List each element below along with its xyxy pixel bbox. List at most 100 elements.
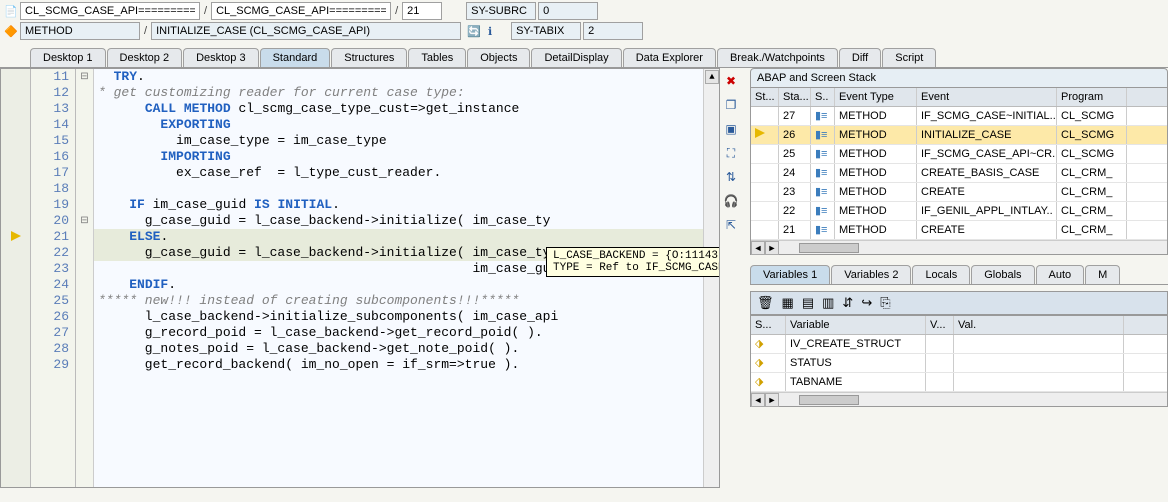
- tab-diff[interactable]: Diff: [839, 48, 881, 67]
- var-header[interactable]: S...: [751, 316, 786, 334]
- method-icon: 🔶: [4, 24, 18, 38]
- code-line[interactable]: g_record_poid = l_case_backend->get_reco…: [94, 325, 719, 341]
- grid-icon[interactable]: ▦: [782, 295, 794, 311]
- separator: /: [393, 5, 400, 17]
- vartab-variables-2[interactable]: Variables 2: [831, 265, 911, 284]
- document-icon: ▮≡: [815, 186, 827, 198]
- var-row[interactable]: ⬗TABNAME: [751, 373, 1167, 392]
- tab-tables[interactable]: Tables: [408, 48, 466, 67]
- new-window-icon[interactable]: ❐: [722, 96, 740, 114]
- tab-standard[interactable]: Standard: [260, 48, 331, 67]
- code-line[interactable]: get_record_backend( im_no_open = if_srm=…: [94, 357, 719, 373]
- scrollbar-thumb[interactable]: [799, 395, 859, 405]
- maximize-icon[interactable]: ⛶: [722, 144, 740, 162]
- separator: /: [142, 25, 149, 37]
- code-line[interactable]: ELSE.: [94, 229, 719, 245]
- line-field[interactable]: [402, 2, 442, 20]
- tab-data-explorer[interactable]: Data Explorer: [623, 48, 716, 67]
- tab-break-watchpoints[interactable]: Break./Watchpoints: [717, 48, 838, 67]
- scroll-up-icon[interactable]: ▲: [705, 70, 719, 84]
- tab-objects[interactable]: Objects: [467, 48, 530, 67]
- source-editor[interactable]: 11121314151617181920212223242526272829 ⊟…: [0, 68, 720, 488]
- event-type-field: METHOD: [20, 22, 140, 40]
- code-line[interactable]: l_case_backend->initialize_subcomponents…: [94, 309, 719, 325]
- tab-script[interactable]: Script: [882, 48, 936, 67]
- scroll-right-icon[interactable]: ►: [765, 241, 779, 255]
- tab-desktop-3[interactable]: Desktop 3: [183, 48, 259, 67]
- code-line[interactable]: * get customizing reader for current cas…: [94, 85, 719, 101]
- vartab-globals[interactable]: Globals: [971, 265, 1034, 284]
- separator: /: [202, 5, 209, 17]
- vartab-auto[interactable]: Auto: [1036, 265, 1085, 284]
- stack-header[interactable]: S..: [811, 88, 835, 106]
- info-icon[interactable]: ℹ: [483, 24, 497, 38]
- editor-toolbar: ✖ ❐ ▣ ⛶ ⇅ 🎧 ⇱: [720, 68, 742, 488]
- stack-header[interactable]: Event: [917, 88, 1057, 106]
- var-header[interactable]: Variable: [786, 316, 926, 334]
- sort-icon[interactable]: ⇵: [842, 295, 853, 311]
- code-line[interactable]: TRY.: [94, 69, 719, 85]
- stack-row[interactable]: 26▮≡METHODINITIALIZE_CASECL_SCMG: [751, 126, 1167, 145]
- replace-icon[interactable]: 🔄: [467, 24, 481, 38]
- document-icon: ▮≡: [815, 167, 827, 179]
- vartab-variables-1[interactable]: Variables 1: [750, 265, 830, 284]
- code-line[interactable]: im_case_type = im_case_type: [94, 133, 719, 149]
- stack-row[interactable]: 25▮≡METHODIF_SCMG_CASE_API~CR..CL_SCMG: [751, 145, 1167, 164]
- stack-header[interactable]: Event Type: [835, 88, 917, 106]
- var-row[interactable]: ⬗STATUS: [751, 354, 1167, 373]
- variable-icon: ⬗: [755, 338, 763, 350]
- tab-desktop-1[interactable]: Desktop 1: [30, 48, 106, 67]
- stack-grid[interactable]: St...Sta...S..Event TypeEventProgram 27▮…: [750, 88, 1168, 255]
- vartab-m[interactable]: M: [1085, 265, 1120, 284]
- swap-icon[interactable]: ⇅: [722, 168, 740, 186]
- close-icon[interactable]: ✖: [722, 72, 740, 90]
- var-row[interactable]: ⬗IV_CREATE_STRUCT: [751, 335, 1167, 354]
- code-line[interactable]: EXPORTING: [94, 117, 719, 133]
- var-header[interactable]: V...: [926, 316, 954, 334]
- copy-icon[interactable]: ⎘: [880, 295, 890, 311]
- document-icon: ▮≡: [815, 110, 827, 122]
- scroll-left-icon[interactable]: ◄: [751, 241, 765, 255]
- code-line[interactable]: ENDIF.: [94, 277, 719, 293]
- variables-grid[interactable]: S...VariableV...Val. ⬗IV_CREATE_STRUCT⬗S…: [750, 315, 1168, 407]
- code-line[interactable]: ***** new!!! instead of creating subcomp…: [94, 293, 719, 309]
- scroll-right-icon[interactable]: ►: [765, 393, 779, 407]
- column-icon[interactable]: ▥: [822, 295, 834, 311]
- document-icon: ▮≡: [815, 224, 827, 236]
- attach-icon[interactable]: ↪: [861, 295, 872, 311]
- document-icon: ▮≡: [815, 129, 827, 141]
- var-header[interactable]: Val.: [954, 316, 1124, 334]
- toggle-icon[interactable]: ▣: [722, 120, 740, 138]
- code-line[interactable]: g_notes_poid = l_case_backend->get_note_…: [94, 341, 719, 357]
- code-line[interactable]: ex_case_ref = l_type_cust_reader.: [94, 165, 719, 181]
- stack-header[interactable]: Sta...: [779, 88, 811, 106]
- sy-subrc-label: SY-SUBRC: [466, 2, 536, 20]
- stack-row[interactable]: 27▮≡METHODIF_SCMG_CASE~INITIAL..CL_SCMG: [751, 107, 1167, 126]
- stack-header[interactable]: Program: [1057, 88, 1127, 106]
- stack-row[interactable]: 21▮≡METHODCREATECL_CRM_: [751, 221, 1167, 240]
- tab-detaildisplay[interactable]: DetailDisplay: [531, 48, 621, 67]
- headphones-icon[interactable]: 🎧: [722, 192, 740, 210]
- code-line[interactable]: CALL METHOD cl_scmg_case_type_cust=>get_…: [94, 101, 719, 117]
- vartab-locals[interactable]: Locals: [912, 265, 970, 284]
- code-line[interactable]: g_case_guid = l_case_backend->initialize…: [94, 213, 719, 229]
- delete-icon[interactable]: 🗑: [757, 295, 774, 311]
- scroll-left-icon[interactable]: ◄: [751, 393, 765, 407]
- code-line[interactable]: [94, 181, 719, 197]
- stack-row[interactable]: 22▮≡METHODIF_GENIL_APPL_INTLAY..CL_CRM_: [751, 202, 1167, 221]
- event-name-field: INITIALIZE_CASE (CL_SCMG_CASE_API): [151, 22, 461, 40]
- stack-header[interactable]: St...: [751, 88, 779, 106]
- program-field-1[interactable]: [20, 2, 200, 20]
- code-line[interactable]: IMPORTING: [94, 149, 719, 165]
- document-icon: 📄: [4, 4, 18, 18]
- stack-row[interactable]: 23▮≡METHODCREATECL_CRM_: [751, 183, 1167, 202]
- variable-icon: ⬗: [755, 376, 763, 388]
- tab-desktop-2[interactable]: Desktop 2: [107, 48, 183, 67]
- hierarchy-icon[interactable]: ⇱: [722, 216, 740, 234]
- code-line[interactable]: IF im_case_guid IS INITIAL.: [94, 197, 719, 213]
- program-field-2[interactable]: [211, 2, 391, 20]
- scrollbar-thumb[interactable]: [799, 243, 859, 253]
- list-icon[interactable]: ▤: [802, 295, 814, 311]
- tab-structures[interactable]: Structures: [331, 48, 407, 67]
- stack-row[interactable]: 24▮≡METHODCREATE_BASIS_CASECL_CRM_: [751, 164, 1167, 183]
